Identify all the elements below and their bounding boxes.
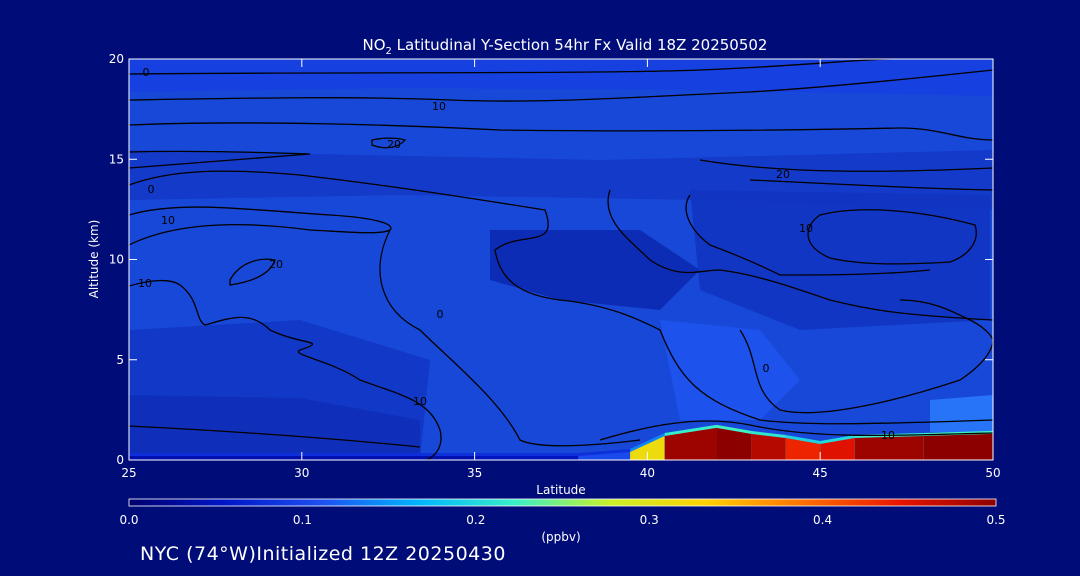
colorbar: 0.0 0.1 0.2 0.3 0.4 0.5 (ppbv) [119,498,1006,544]
x-tick-label: 50 [985,466,1000,480]
y-tick-label: 15 [109,152,124,166]
field-band [930,395,993,432]
footer-location: NYC (74°W) [140,543,257,565]
x-tick-label: 45 [813,466,828,480]
y-axis-label: Altitude (km) [87,220,101,299]
contour-label: 10 [799,222,813,235]
contour-label: 20 [269,258,283,271]
colorbar-tick-label: 0.2 [466,513,485,527]
chart-title: NO2 Latitudinal Y-Section 54hr Fx Valid … [363,36,768,57]
footer-caption: NYC (74°W)Initialized 12Z 20250430 [140,543,506,565]
colorbar-tick-label: 0.3 [640,513,659,527]
colorbar-bar [128,498,997,507]
contour-label: 10 [413,395,427,408]
contour-label: 20 [776,168,790,181]
contour-label: 0 [763,362,770,375]
y-tick-label: 0 [116,453,124,467]
chart-canvas: NO2 Latitudinal Y-Section 54hr Fx Valid … [87,36,1006,544]
surface-layer-cell [923,433,993,460]
footer-initialized: Initialized 12Z 20250430 [256,543,506,565]
x-axis-label: Latitude [536,483,585,497]
y-tick-label: 10 [109,253,124,267]
contour-label: 0 [148,183,155,196]
contour-label: 20 [387,138,401,151]
colorbar-tick-label: 0.0 [119,513,138,527]
x-tick-label: 40 [640,466,655,480]
colorbar-tick-label: 0.4 [813,513,832,527]
surface-layer-cell [301,455,475,460]
colorbar-ticks: 0.0 0.1 0.2 0.3 0.4 0.5 [119,513,1005,527]
colorbar-tick-label: 0.5 [986,513,1005,527]
y-tick-label: 20 [109,52,124,66]
colorbar-tick-label: 0.1 [293,513,312,527]
contour-label: 10 [161,214,175,227]
plot-area: 0 10 20 0 10 10 20 0 10 20 10 0 10 [129,59,993,460]
contour-label: 10 [881,429,895,442]
colorbar-unit-label: (ppbv) [541,530,580,544]
contour-label: 10 [138,277,152,290]
contour-label: 0 [437,308,444,321]
contour-label: 0 [143,66,150,79]
surface-layer-cell [474,455,579,460]
surface-layer-cell [751,433,786,460]
x-tick-label: 30 [294,466,309,480]
y-tick-label: 5 [116,353,124,367]
contour-label: 10 [432,100,446,113]
surface-layer-cell [129,455,302,460]
x-tick-label: 25 [121,466,136,480]
x-tick-label: 35 [467,466,482,480]
